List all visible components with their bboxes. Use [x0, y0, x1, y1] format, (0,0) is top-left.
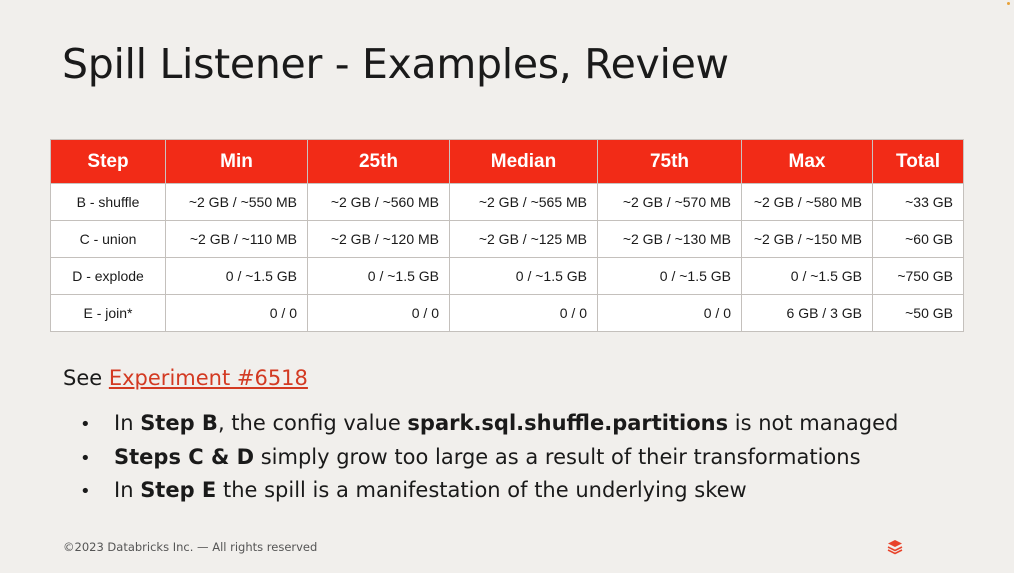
cell-median: 0 / ~1.5 GB — [449, 257, 598, 295]
slide: Spill Listener - Examples, Review Step M… — [0, 0, 1014, 573]
bullet-marker: • — [80, 481, 91, 502]
cell-median: ~2 GB / ~565 MB — [449, 183, 598, 221]
table-row: B - shuffle ~2 GB / ~550 MB ~2 GB / ~560… — [50, 183, 964, 221]
cell-max: ~2 GB / ~580 MB — [741, 183, 873, 221]
cell-total: ~60 GB — [872, 220, 964, 258]
cell-75th: 0 / 0 — [597, 294, 742, 332]
bullet-item: • In Step E the spill is a manifestation … — [80, 476, 898, 510]
cell-min: ~2 GB / ~110 MB — [165, 220, 308, 258]
spill-table: Step Min 25th Median 75th Max Total B - … — [50, 139, 964, 332]
bullet-text: , the config value — [217, 411, 408, 435]
bullet-list: • In Step B, the config value spark.sql.s… — [80, 409, 898, 510]
header-step: Step — [50, 139, 166, 184]
bullet-item: • In Step B, the config value spark.sql.s… — [80, 409, 898, 443]
cell-25th: 0 / 0 — [307, 294, 450, 332]
bullet-text: In — [114, 478, 141, 502]
cell-max: 0 / ~1.5 GB — [741, 257, 873, 295]
copyright-footer: ©2023 Databricks Inc. — All rights reser… — [63, 540, 318, 554]
table-row: E - join* 0 / 0 0 / 0 0 / 0 0 / 0 6 GB /… — [50, 294, 964, 332]
bullet-item: • Steps C & D simply grow too large as a … — [80, 443, 898, 477]
databricks-logo-icon — [887, 540, 903, 555]
cell-total: ~50 GB — [872, 294, 964, 332]
cell-25th: ~2 GB / ~120 MB — [307, 220, 450, 258]
bullet-text: the spill is a manifestation of the unde… — [216, 478, 747, 502]
bullet-emphasis: Step E — [140, 478, 217, 502]
header-25th: 25th — [307, 139, 450, 184]
cell-step: E - join* — [50, 294, 166, 332]
cell-step: C - union — [50, 220, 166, 258]
bullet-emphasis: Step B — [140, 411, 218, 435]
bullet-text: simply grow too large as a result of the… — [254, 444, 861, 469]
header-total: Total — [872, 139, 964, 184]
bullet-text: In — [114, 411, 141, 435]
header-min: Min — [165, 139, 308, 184]
cell-75th: ~2 GB / ~570 MB — [597, 183, 742, 221]
bullet-emphasis: spark.sql.shuffle.partitions — [407, 411, 729, 435]
see-prefix: See — [63, 366, 109, 390]
cell-median: 0 / 0 — [449, 294, 598, 332]
table-row: D - explode 0 / ~1.5 GB 0 / ~1.5 GB 0 / … — [50, 257, 964, 295]
cell-min: ~2 GB / ~550 MB — [165, 183, 308, 221]
cell-25th: 0 / ~1.5 GB — [307, 257, 450, 295]
cell-total: ~33 GB — [872, 183, 964, 221]
header-median: Median — [449, 139, 598, 184]
bullet-marker: • — [80, 414, 91, 435]
header-75th: 75th — [597, 139, 742, 184]
table-row: C - union ~2 GB / ~110 MB ~2 GB / ~120 M… — [50, 220, 964, 258]
table-header-row: Step Min 25th Median 75th Max Total — [50, 139, 964, 184]
bullet-marker: • — [80, 447, 91, 469]
experiment-link[interactable]: Experiment #6518 — [109, 366, 308, 390]
corner-indicator — [1007, 2, 1010, 5]
cell-median: ~2 GB / ~125 MB — [449, 220, 598, 258]
cell-25th: ~2 GB / ~560 MB — [307, 183, 450, 221]
cell-max: 6 GB / 3 GB — [741, 294, 873, 332]
cell-step: D - explode — [50, 257, 166, 295]
cell-step: B - shuffle — [50, 183, 166, 221]
slide-title: Spill Listener - Examples, Review — [62, 40, 729, 88]
cell-75th: 0 / ~1.5 GB — [597, 257, 742, 295]
header-max: Max — [741, 139, 873, 184]
bullet-text: is not managed — [728, 411, 899, 435]
cell-75th: ~2 GB / ~130 MB — [597, 220, 742, 258]
cell-total: ~750 GB — [872, 257, 964, 295]
see-reference: See Experiment #6518 — [63, 366, 308, 390]
bullet-emphasis: Steps C & D — [114, 444, 255, 469]
cell-max: ~2 GB / ~150 MB — [741, 220, 873, 258]
cell-min: 0 / 0 — [165, 294, 308, 332]
cell-min: 0 / ~1.5 GB — [165, 257, 308, 295]
